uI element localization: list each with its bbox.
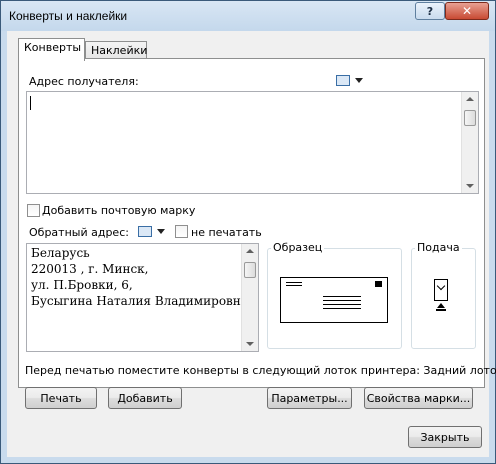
return-address-line: ул. П.Бровки, 6, bbox=[31, 278, 133, 292]
help-icon: ? bbox=[426, 4, 434, 18]
close-icon: ✕ bbox=[461, 4, 473, 18]
add-postage-checkbox[interactable] bbox=[27, 204, 40, 217]
close-button-label: Закрыть bbox=[420, 430, 470, 444]
options-button[interactable]: Параметры... bbox=[267, 387, 352, 409]
tab-envelopes-label: Конверты bbox=[24, 41, 82, 54]
print-button-label: Печать bbox=[40, 391, 82, 405]
scrollbar-thumb[interactable] bbox=[244, 262, 256, 278]
chevron-down-icon[interactable] bbox=[157, 229, 165, 234]
chevron-down-icon[interactable] bbox=[355, 78, 363, 83]
add-postage-label[interactable]: Добавить почтовую марку bbox=[42, 204, 195, 217]
address-book-icon[interactable] bbox=[336, 75, 350, 86]
return-address-mark bbox=[286, 282, 302, 283]
dialog-window: Конверты и наклейки ? ✕ Конверты Наклейк… bbox=[0, 0, 496, 464]
delivery-address-mark bbox=[323, 304, 361, 305]
dialog-client-area: Конверты Наклейки Адрес получателя: Доба… bbox=[7, 31, 496, 457]
address-book-icon[interactable] bbox=[138, 226, 152, 237]
add-button-label: Добавить bbox=[117, 391, 173, 405]
feed-direction-icon bbox=[437, 303, 445, 308]
return-address-line: Бусыгина Наталия Владимировна bbox=[31, 294, 248, 308]
recipient-address-input[interactable] bbox=[26, 91, 479, 194]
print-button[interactable]: Печать bbox=[25, 387, 97, 409]
preview-group[interactable]: Образец bbox=[267, 241, 402, 349]
delivery-address-mark bbox=[323, 296, 361, 297]
delivery-address-mark bbox=[323, 308, 361, 309]
printer-feed-info: Перед печатью поместите конверты в следу… bbox=[25, 364, 496, 377]
scroll-up-icon[interactable] bbox=[466, 97, 474, 101]
title-bar[interactable]: Конверты и наклейки ? ✕ bbox=[1, 1, 495, 31]
return-address-line: 220013 , г. Минск, bbox=[31, 262, 149, 276]
return-address-scrollbar[interactable] bbox=[241, 244, 258, 351]
help-button[interactable]: ? bbox=[415, 2, 445, 20]
epostage-properties-button[interactable]: Свойства марки... bbox=[364, 387, 473, 409]
feed-flap-mark bbox=[436, 281, 446, 291]
envelope-preview[interactable] bbox=[280, 277, 388, 323]
scroll-up-icon[interactable] bbox=[246, 249, 254, 253]
title-close-button[interactable]: ✕ bbox=[445, 2, 489, 20]
feed-group[interactable]: Подача bbox=[411, 241, 476, 349]
envelopes-panel: Адрес получателя: Добавить почтовую марк… bbox=[18, 58, 485, 388]
options-button-label: Параметры... bbox=[271, 391, 348, 405]
return-address-line: Беларусь bbox=[31, 246, 90, 260]
recipient-address-label: Адрес получателя: bbox=[29, 75, 139, 88]
return-address-mark bbox=[286, 285, 302, 286]
stamp-mark bbox=[375, 281, 382, 287]
tab-envelopes[interactable]: Конверты bbox=[18, 38, 85, 61]
dialog-title: Конверты и наклейки bbox=[9, 9, 128, 23]
omit-return-address-label[interactable]: не печатать bbox=[191, 226, 262, 239]
return-address-input[interactable]: Беларусь 220013 , г. Минск, ул. П.Бровки… bbox=[26, 243, 259, 352]
recipient-scrollbar[interactable] bbox=[461, 92, 478, 193]
preview-label: Образец bbox=[271, 241, 325, 254]
add-to-document-button[interactable]: Добавить bbox=[108, 387, 182, 409]
omit-return-address-checkbox[interactable] bbox=[175, 225, 188, 238]
feed-label: Подача bbox=[415, 241, 462, 254]
scrollbar-thumb[interactable] bbox=[464, 110, 476, 126]
scroll-down-icon[interactable] bbox=[246, 342, 254, 346]
close-button[interactable]: Закрыть bbox=[408, 426, 482, 448]
return-address-label: Обратный адрес: bbox=[29, 226, 129, 239]
feed-envelope-icon[interactable] bbox=[434, 279, 448, 301]
tab-labels-label: Наклейки bbox=[91, 44, 148, 57]
text-cursor bbox=[30, 96, 31, 110]
feed-tray-icon bbox=[436, 309, 446, 311]
epostage-button-label: Свойства марки... bbox=[366, 391, 471, 405]
delivery-address-mark bbox=[323, 300, 361, 301]
scroll-down-icon[interactable] bbox=[466, 184, 474, 188]
